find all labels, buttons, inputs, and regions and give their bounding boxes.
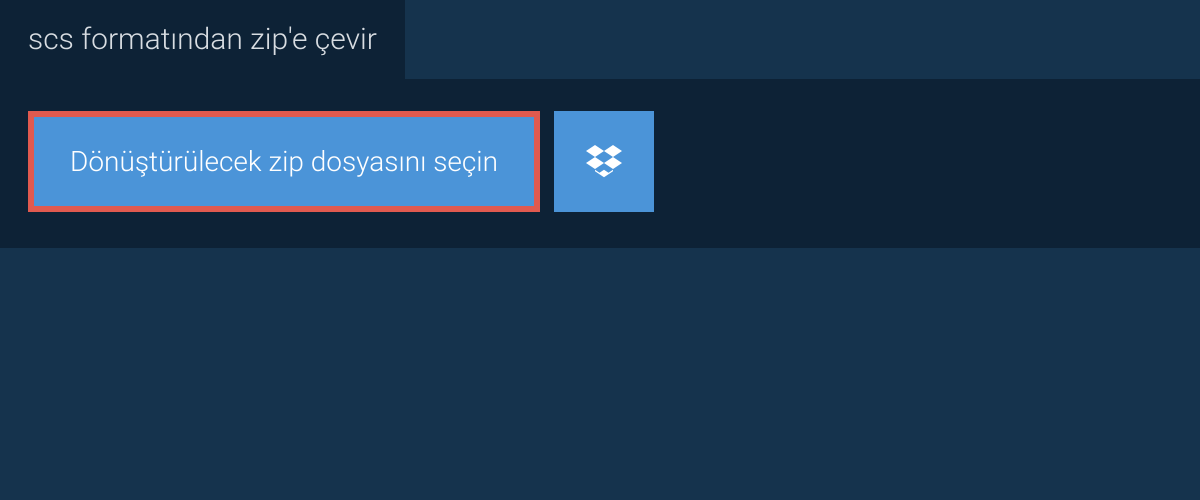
page-title-text: scs formatından zip'e çevir	[28, 22, 377, 57]
dropbox-icon	[586, 142, 622, 182]
select-file-button[interactable]: Dönüştürülecek zip dosyasını seçin	[28, 111, 540, 212]
button-row: Dönüştürülecek zip dosyasını seçin	[28, 111, 1172, 212]
select-file-label: Dönüştürülecek zip dosyasını seçin	[70, 145, 498, 178]
upload-panel: Dönüştürülecek zip dosyasını seçin	[0, 79, 1200, 248]
page-title: scs formatından zip'e çevir	[0, 0, 405, 79]
dropbox-button[interactable]	[554, 111, 654, 212]
